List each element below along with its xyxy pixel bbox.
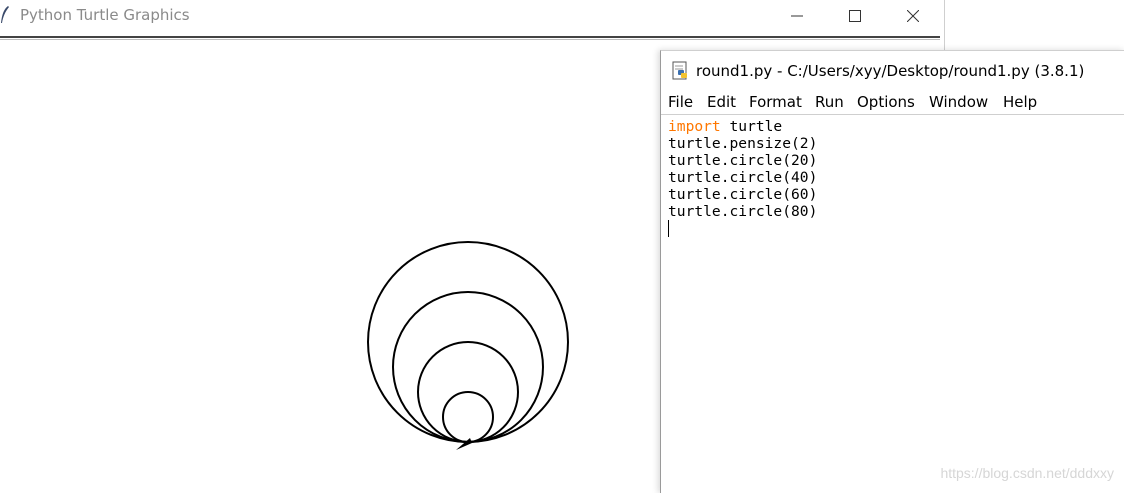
code-line: import turtle bbox=[668, 118, 1118, 135]
python-file-icon bbox=[672, 61, 687, 80]
feather-icon bbox=[1, 6, 9, 23]
idle-titlebar[interactable]: round1.py - C:/Users/xyy/Desktop/round1.… bbox=[661, 51, 1124, 89]
turtle-titlebar[interactable]: Python Turtle Graphics bbox=[0, 0, 944, 32]
menu-run[interactable]: Run bbox=[815, 93, 844, 111]
menu-window[interactable]: Window bbox=[929, 93, 988, 111]
code-line-1-rest: turtle bbox=[720, 118, 783, 135]
code-line: turtle.circle(40) bbox=[668, 169, 818, 186]
watermark: https://blog.csdn.net/dddxxy bbox=[940, 465, 1114, 481]
turtle-circle-20 bbox=[442, 391, 494, 443]
code-line: turtle.circle(80) bbox=[668, 203, 818, 220]
menu-options[interactable]: Options bbox=[857, 93, 915, 111]
idle-window-title: round1.py - C:/Users/xyy/Desktop/round1.… bbox=[696, 62, 1085, 80]
maximize-icon bbox=[849, 10, 861, 22]
close-button[interactable] bbox=[884, 0, 942, 32]
menu-file[interactable]: File bbox=[668, 93, 693, 111]
code-editor[interactable]: import turtle turtle.pensize(2) turtle.cir… bbox=[668, 118, 1118, 478]
maximize-button[interactable] bbox=[826, 0, 884, 32]
circles-group bbox=[367, 241, 569, 443]
turtle-window-title: Python Turtle Graphics bbox=[20, 6, 190, 24]
turtle-circle-60 bbox=[392, 291, 544, 443]
text-caret bbox=[668, 220, 669, 237]
menu-help[interactable]: Help bbox=[1003, 93, 1037, 111]
idle-editor-window: round1.py - C:/Users/xyy/Desktop/round1.… bbox=[660, 50, 1124, 493]
menubar: File Edit Format Run Options Window Help bbox=[661, 91, 1124, 113]
canvas-border bbox=[0, 36, 940, 38]
menubar-divider bbox=[661, 114, 1124, 115]
minimize-icon bbox=[791, 15, 803, 17]
code-line: turtle.pensize(2) bbox=[668, 135, 818, 152]
close-icon bbox=[907, 10, 919, 22]
cursor-line bbox=[668, 220, 1118, 237]
code-line: turtle.circle(20) bbox=[668, 152, 818, 169]
menu-edit[interactable]: Edit bbox=[707, 93, 736, 111]
minimize-button[interactable] bbox=[768, 0, 826, 32]
keyword-import: import bbox=[668, 118, 721, 135]
menu-format[interactable]: Format bbox=[749, 93, 802, 111]
turtle-canvas[interactable] bbox=[0, 40, 660, 492]
code-line: turtle.circle(60) bbox=[668, 186, 818, 203]
